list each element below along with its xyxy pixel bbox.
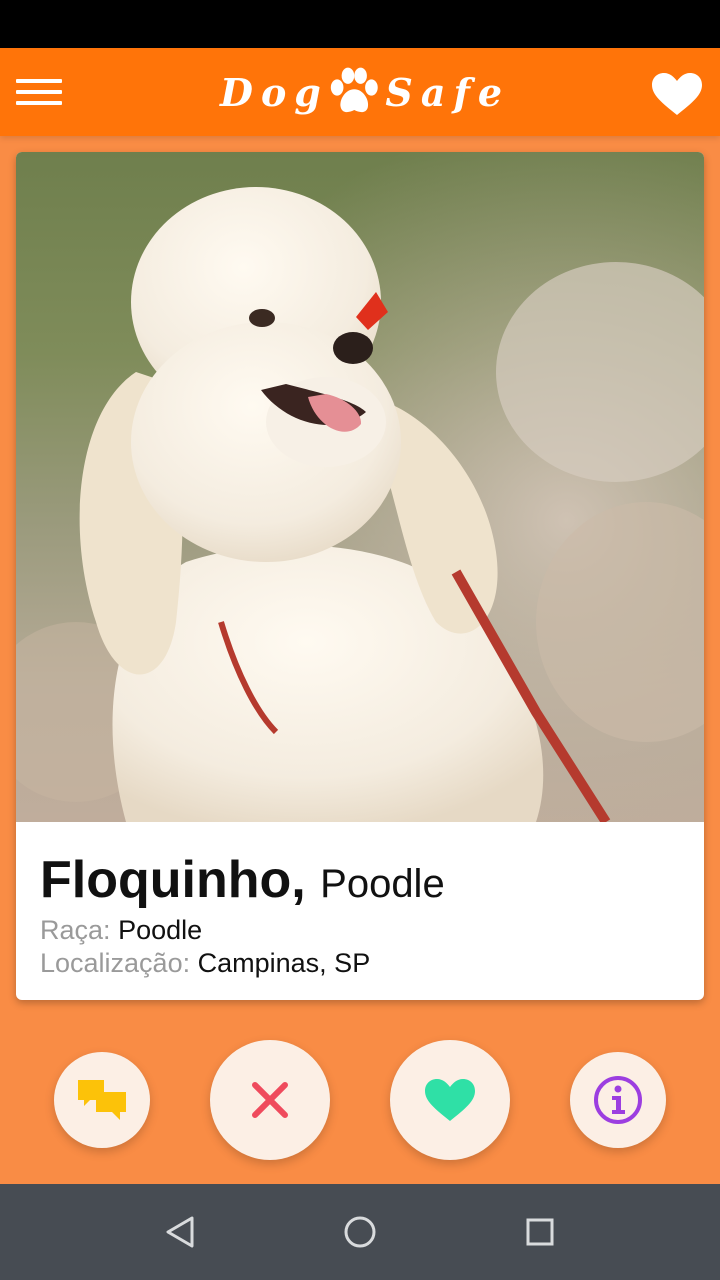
dog-profile-card[interactable]: Floquinho, Poodle Raça: Poodle Localizaç… — [16, 152, 704, 1000]
profile-info: Floquinho, Poodle Raça: Poodle Localizaç… — [40, 850, 680, 980]
dog-name: Floquinho, — [40, 851, 306, 909]
dog-breed-inline: Poodle — [320, 862, 445, 906]
like-button[interactable] — [390, 1040, 510, 1160]
breed-value: Poodle — [118, 915, 203, 945]
close-icon — [252, 1082, 288, 1118]
location-value: Campinas, SP — [197, 948, 371, 978]
back-triangle-icon[interactable] — [160, 1212, 200, 1252]
info-icon — [594, 1076, 642, 1124]
app-bar: Dog Safe — [0, 48, 720, 136]
recents-square-icon[interactable] — [520, 1212, 560, 1252]
dog-photo — [16, 152, 704, 822]
breed-label: Raça: — [40, 915, 111, 945]
info-button[interactable] — [570, 1052, 666, 1148]
breed-line: Raça: Poodle — [40, 914, 680, 947]
dislike-button[interactable] — [210, 1040, 330, 1160]
home-circle-icon[interactable] — [340, 1212, 380, 1252]
status-bar — [0, 0, 720, 48]
hamburger-menu-icon — [16, 79, 62, 83]
paw-icon — [330, 67, 378, 113]
chat-button[interactable] — [54, 1052, 150, 1148]
logo-text-left: Dog — [220, 69, 329, 115]
location-label: Localização: — [40, 948, 191, 978]
heart-icon — [425, 1079, 475, 1121]
poodle-photo-illustration — [16, 152, 704, 822]
app-logo: Dog Safe — [220, 60, 510, 124]
dog-name-line: Floquinho, Poodle — [40, 850, 680, 914]
logo-text-right: Safe — [385, 69, 510, 115]
menu-button[interactable] — [16, 79, 62, 105]
location-line: Localização: Campinas, SP — [40, 947, 680, 980]
chat-icon — [78, 1080, 126, 1120]
favorites-heart-icon[interactable] — [650, 72, 704, 116]
system-navigation-bar — [0, 1184, 720, 1280]
